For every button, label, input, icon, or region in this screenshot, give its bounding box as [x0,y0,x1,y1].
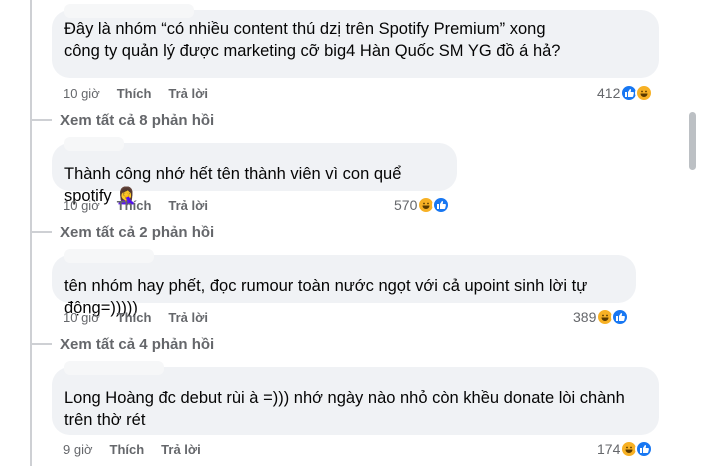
scrollbar-thumb[interactable] [689,112,696,170]
reaction-count: 412 [597,85,621,101]
reply-connector [30,343,52,345]
like-button[interactable]: Thích [117,86,152,101]
author-name-blurred [64,137,124,151]
reply-button[interactable]: Trả lời [168,86,208,101]
comment-actions: 10 giờ Thích Trả lời [63,310,208,325]
comment-actions: 10 giờ Thích Trả lời [63,86,208,101]
reply-button[interactable]: Trả lời [161,442,201,457]
reaction-summary[interactable]: 412 [597,84,654,102]
author-name-blurred [64,4,194,18]
comment-actions: 10 giờ Thích Trả lời [63,198,208,213]
reaction-summary[interactable]: 174 [597,440,654,458]
comment-bubble: Thành công nhớ hết tên thành viên vì con… [52,137,457,205]
like-icon [635,440,654,458]
comment-bubble: tên nhóm hay phết, đọc rumour toàn nước … [52,249,636,317]
like-button[interactable]: Thích [117,310,152,325]
reaction-count: 389 [573,309,597,325]
comment-text: Đây là nhóm “có nhiều content thú dzị tr… [64,20,561,60]
like-button[interactable]: Thích [117,198,152,213]
comment-time[interactable]: 10 giờ [63,86,100,101]
reply-button[interactable]: Trả lời [168,310,208,325]
comment-time[interactable]: 10 giờ [63,310,100,325]
comment-actions: 9 giờ Thích Trả lời [63,442,201,457]
haha-icon [635,84,654,102]
reaction-count: 174 [597,441,621,457]
like-button[interactable]: Thích [110,442,145,457]
reaction-summary[interactable]: 389 [573,308,630,326]
reply-connector [30,231,52,233]
view-replies-link[interactable]: Xem tất cả 8 phản hồi [60,112,214,129]
reply-connector [30,119,52,121]
view-replies-link[interactable]: Xem tất cả 4 phản hồi [60,336,214,353]
author-name-blurred [64,361,164,375]
comment-bubble: Long Hoàng đc debut rùi à =))) nhớ ngày … [52,361,659,435]
like-icon [611,308,630,326]
view-replies-link[interactable]: Xem tất cả 2 phản hồi [60,224,214,241]
comment-time[interactable]: 10 giờ [63,198,100,213]
reply-button[interactable]: Trả lời [168,198,208,213]
thread-line [30,0,32,466]
like-icon [432,196,451,214]
reaction-summary[interactable]: 570 [394,196,451,214]
author-name-blurred [64,249,154,263]
comment-time[interactable]: 9 giờ [63,442,93,457]
comment-bubble: Đây là nhóm “có nhiều content thú dzị tr… [52,4,659,78]
reaction-count: 570 [394,197,418,213]
comment-text: Long Hoàng đc debut rùi à =))) nhớ ngày … [64,389,625,429]
